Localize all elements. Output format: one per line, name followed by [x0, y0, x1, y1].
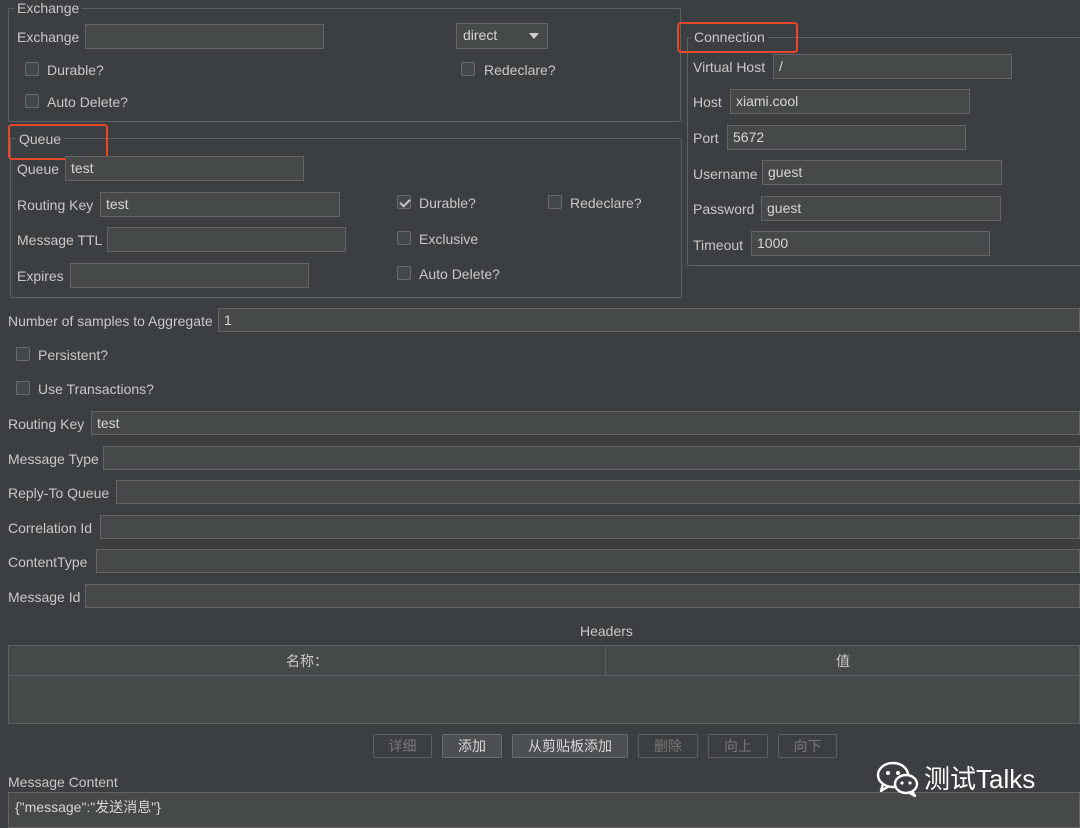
queue-name-label: Queue — [17, 161, 60, 177]
port-field[interactable]: 5672 — [727, 125, 966, 150]
exchange-auto-delete-checkbox[interactable] — [25, 94, 39, 108]
add-button[interactable]: 添加 — [442, 734, 502, 758]
headers-table-body[interactable] — [8, 676, 1080, 724]
queue-durable-label: Durable? — [419, 195, 476, 211]
queue-message-ttl-label: Message TTL — [17, 232, 103, 248]
queue-durable-checkbox[interactable] — [397, 195, 411, 209]
exchange-redeclare-checkbox[interactable] — [461, 62, 475, 76]
column-header-value[interactable]: 值 — [606, 646, 1080, 675]
exchange-name-label: Exchange — [17, 29, 80, 45]
virtual-host-field[interactable]: / — [773, 54, 1012, 79]
samples-field[interactable]: 1 — [218, 308, 1080, 332]
message-type-field[interactable] — [103, 446, 1080, 470]
message-type-label: Message Type — [8, 451, 99, 467]
move-down-button[interactable]: 向下 — [778, 734, 837, 758]
message-id-field[interactable] — [85, 584, 1080, 608]
exchange-type-value: direct — [463, 27, 498, 43]
queue-auto-delete-checkbox[interactable] — [397, 266, 411, 280]
host-field[interactable]: xiami.cool — [730, 89, 970, 114]
reply-to-queue-label: Reply-To Queue — [8, 485, 110, 501]
username-label: Username — [693, 166, 758, 182]
routing-key-label: Routing Key — [8, 416, 85, 432]
wechat-icon — [876, 761, 919, 798]
exchange-auto-delete-label: Auto Delete? — [47, 94, 128, 110]
add-from-clipboard-button[interactable]: 从剪贴板添加 — [512, 734, 628, 758]
exchange-durable-label: Durable? — [47, 62, 104, 78]
username-field[interactable]: guest — [762, 160, 1002, 185]
virtual-host-label: Virtual Host — [693, 59, 766, 75]
password-label: Password — [693, 201, 755, 217]
password-field[interactable]: guest — [761, 196, 1001, 221]
headers-table-header: 名称： 值 — [8, 645, 1080, 676]
persistent-label: Persistent? — [38, 347, 109, 363]
exchange-type-dropdown[interactable]: direct — [456, 23, 548, 49]
use-transactions-checkbox[interactable] — [16, 381, 30, 395]
queue-name-field[interactable]: test — [65, 156, 304, 181]
queue-routing-key-field[interactable]: test — [100, 192, 340, 217]
queue-message-ttl-field[interactable] — [107, 227, 346, 252]
queue-routing-key-label: Routing Key — [17, 197, 94, 213]
queue-exclusive-checkbox[interactable] — [397, 231, 411, 245]
delete-button[interactable]: 删除 — [638, 734, 698, 758]
timeout-label: Timeout — [693, 237, 744, 253]
headers-title: Headers — [580, 623, 633, 639]
timeout-field[interactable]: 1000 — [751, 231, 990, 256]
exchange-legend: Exchange — [14, 0, 83, 16]
column-header-name[interactable]: 名称： — [9, 646, 606, 675]
use-transactions-label: Use Transactions? — [38, 381, 154, 397]
move-up-button[interactable]: 向上 — [708, 734, 768, 758]
queue-exclusive-label: Exclusive — [419, 231, 479, 247]
host-label: Host — [693, 94, 722, 110]
chevron-down-icon — [529, 33, 539, 39]
queue-redeclare-checkbox[interactable] — [548, 195, 562, 209]
content-type-field[interactable] — [96, 549, 1080, 573]
queue-auto-delete-label: Auto Delete? — [419, 266, 500, 282]
persistent-checkbox[interactable] — [16, 347, 30, 361]
message-content-text: {"message":"发送消息"} — [15, 799, 161, 815]
reply-to-queue-field[interactable] — [116, 480, 1080, 504]
message-content-label: Message Content — [8, 774, 118, 790]
correlation-id-label: Correlation Id — [8, 520, 93, 536]
queue-highlight-box — [8, 124, 108, 160]
detail-button[interactable]: 详细 — [373, 734, 432, 758]
exchange-name-field[interactable] — [85, 24, 324, 49]
content-type-label: ContentType — [8, 554, 88, 570]
message-id-label: Message Id — [8, 589, 81, 605]
exchange-durable-checkbox[interactable] — [25, 62, 39, 76]
connection-highlight-box — [677, 22, 798, 53]
watermark-text: 测试Talks — [924, 764, 1036, 794]
queue-expires-field[interactable] — [70, 263, 309, 288]
samples-label: Number of samples to Aggregate — [8, 313, 213, 329]
correlation-id-field[interactable] — [100, 515, 1080, 539]
routing-key-field[interactable]: test — [91, 411, 1080, 435]
queue-redeclare-label: Redeclare? — [570, 195, 642, 211]
exchange-redeclare-label: Redeclare? — [484, 62, 556, 78]
port-label: Port — [693, 130, 719, 146]
queue-expires-label: Expires — [17, 268, 64, 284]
